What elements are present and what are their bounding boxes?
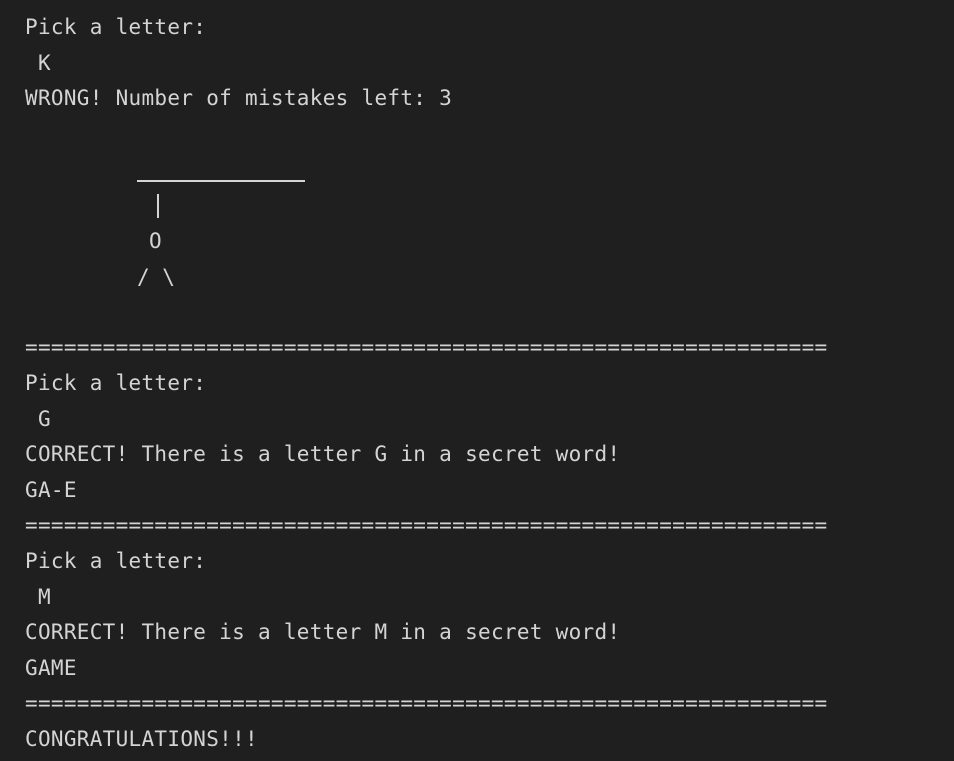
gallows-rope [157, 194, 159, 218]
prompt-line: Pick a letter: [25, 15, 207, 39]
terminal-output: Pick a letter: K WRONG! Number of mistak… [0, 0, 954, 761]
user-input-line: K [25, 50, 51, 75]
result-line: WRONG! Number of mistakes left: 3 [25, 86, 453, 111]
prompt-line: Pick a letter: [25, 370, 207, 395]
secret-word-line: GAME [25, 655, 77, 680]
user-input-line: G [25, 406, 51, 431]
hangman-head: O [149, 229, 162, 253]
separator-line: ========================================… [25, 691, 828, 716]
hangman-area [25, 117, 954, 331]
separator-line: ========================================… [25, 513, 828, 538]
hangman-arms: / \ [137, 265, 175, 289]
result-line: CORRECT! There is a letter M in a secret… [25, 620, 621, 645]
gallows-beam [137, 180, 305, 182]
congratulations-line: CONGRATULATIONS!!! [25, 726, 258, 751]
separator-line: ========================================… [25, 335, 828, 360]
prompt-line: Pick a letter: [25, 548, 207, 573]
result-line: CORRECT! There is a letter G in a secret… [25, 442, 621, 467]
secret-word-line: GA-E [25, 477, 77, 502]
user-input-line: M [25, 584, 51, 609]
